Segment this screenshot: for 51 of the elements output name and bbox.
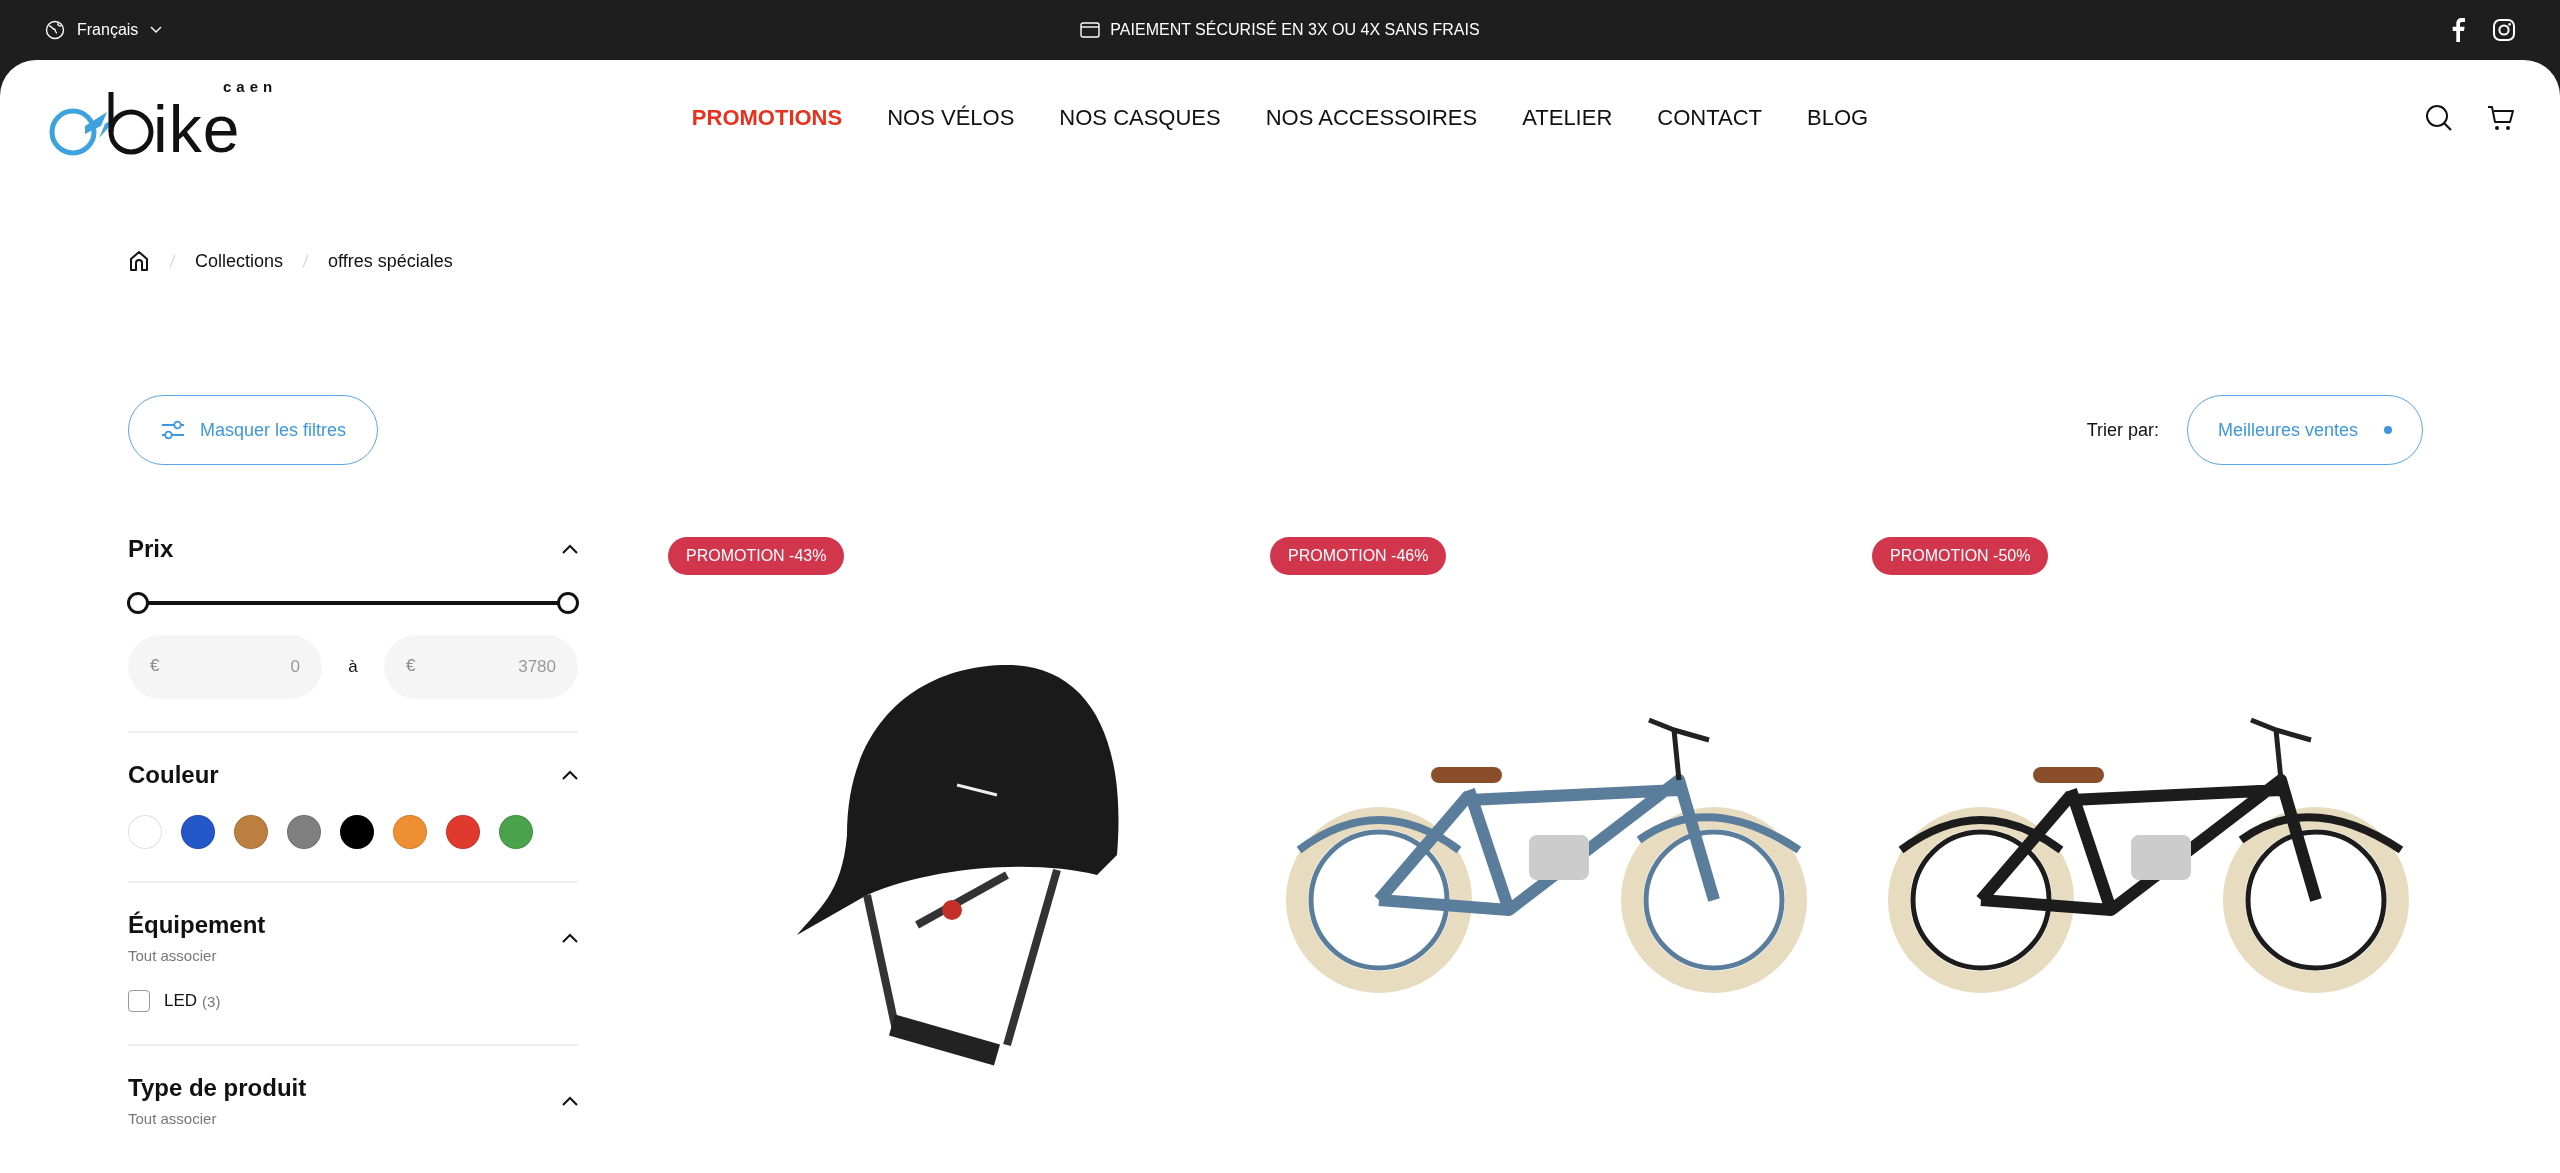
option-count: (3)	[202, 992, 221, 1010]
color-swatch[interactable]	[340, 815, 374, 849]
option-label[interactable]: LED	[164, 991, 198, 1011]
chevron-icon[interactable]	[562, 544, 578, 554]
nav-link[interactable]: NOS CASQUES	[1059, 104, 1221, 131]
chevron-down-icon[interactable]	[150, 26, 163, 34]
filter-title[interactable]: Prix	[128, 535, 174, 563]
color-swatch[interactable]	[393, 815, 427, 849]
chevron-icon[interactable]	[562, 932, 578, 943]
breadcrumb-link[interactable]: Collections	[195, 250, 284, 272]
checkbox[interactable]	[128, 990, 150, 1012]
discount-badge: PROMOTION -50%	[1872, 537, 2049, 575]
credit-card-icon	[1080, 22, 1101, 38]
nav-link[interactable]: ATELIER	[1522, 104, 1613, 131]
sort-label: Trier par:	[2086, 419, 2159, 441]
search-icon[interactable]	[2425, 103, 2453, 132]
filter-subtitle[interactable]: Tout associer	[128, 947, 266, 964]
logo-city-text: caen	[223, 77, 278, 95]
filter-subtitle[interactable]: Tout associer	[128, 1110, 307, 1127]
chevron-icon[interactable]	[562, 1095, 578, 1106]
nav-link[interactable]: CONTACT	[1657, 104, 1762, 131]
facebook-icon[interactable]	[2451, 18, 2465, 42]
chevron-icon[interactable]	[562, 770, 578, 780]
filter-title[interactable]: Équipement	[128, 911, 266, 939]
currency-symbol: €	[150, 656, 160, 676]
currency-symbol: €	[406, 656, 416, 676]
discount-badge: PROMOTION -46%	[1270, 537, 1447, 575]
sliders-icon	[159, 420, 186, 440]
color-swatch[interactable]	[181, 815, 215, 849]
cart-icon[interactable]	[2487, 103, 2515, 132]
slider-handle[interactable]	[127, 592, 149, 614]
color-swatch[interactable]	[446, 815, 480, 849]
globe-icon	[45, 20, 65, 40]
color-swatch[interactable]	[287, 815, 321, 849]
nav-link[interactable]: NOS ACCESSOIRES	[1265, 104, 1478, 131]
slider-handle[interactable]	[557, 592, 579, 614]
nav-link[interactable]: BLOG	[1807, 104, 1869, 131]
color-swatch[interactable]	[128, 815, 162, 849]
filter-title[interactable]: Couleur	[128, 761, 219, 789]
nav-link[interactable]: PROMOTIONS	[691, 104, 843, 131]
announcement-text: PAIEMENT SÉCURISÉ EN 3X OU 4X SANS FRAIS	[1110, 21, 1480, 39]
discount-badge: PROMOTION -43%	[668, 537, 845, 575]
color-swatch[interactable]	[499, 815, 533, 849]
home-icon[interactable]	[128, 250, 150, 272]
language-selector[interactable]: Français	[77, 21, 139, 39]
filter-title[interactable]: Type de produit	[128, 1074, 307, 1102]
logo-text[interactable]: ike	[153, 99, 241, 158]
nav-link[interactable]: NOS VÉLOS	[887, 104, 1015, 131]
color-swatch[interactable]	[234, 815, 268, 849]
instagram-icon[interactable]	[2493, 19, 2515, 41]
range-separator: à	[348, 657, 358, 677]
